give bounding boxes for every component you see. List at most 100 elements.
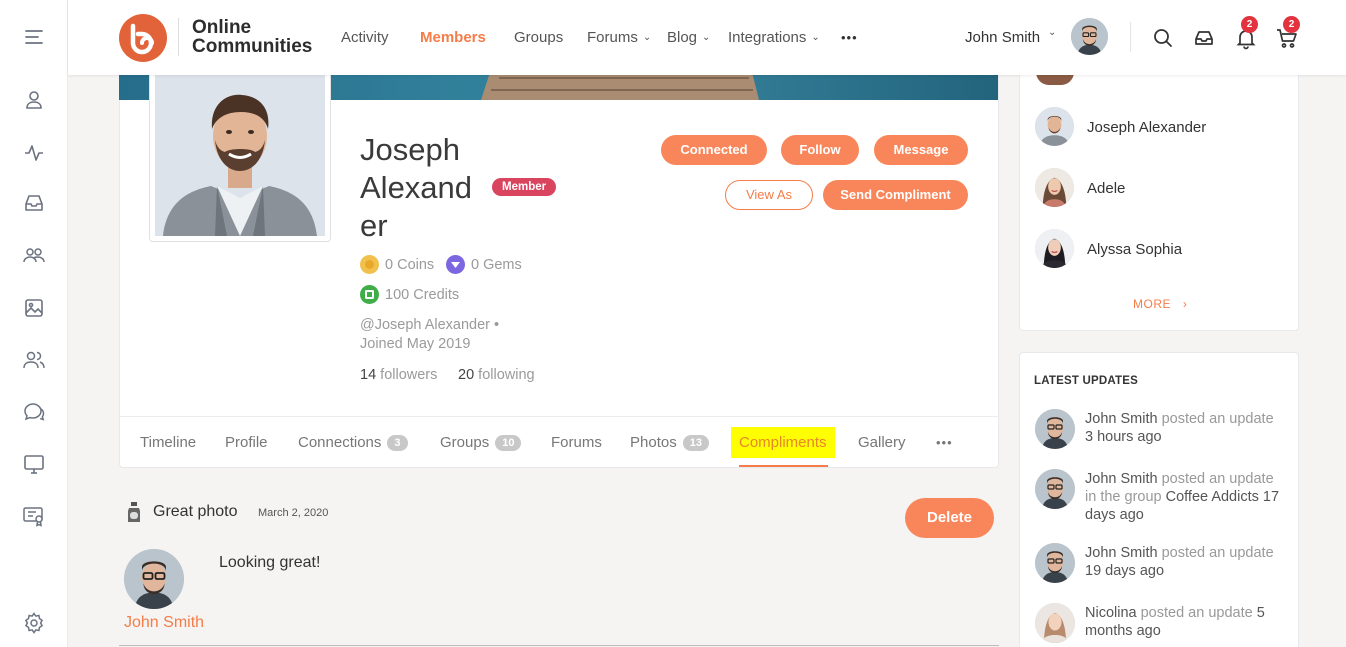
compliment-author-avatar[interactable] bbox=[124, 549, 184, 609]
search-icon[interactable] bbox=[1151, 26, 1175, 50]
profile-name-line-2: Alexand bbox=[360, 170, 473, 205]
member-name[interactable]: Alyssa Sophia bbox=[1087, 241, 1182, 258]
tab-forums[interactable]: Forums bbox=[551, 434, 602, 451]
member-name[interactable]: Joseph Alexander bbox=[1087, 119, 1206, 136]
compliment-date: March 2, 2020 bbox=[258, 507, 329, 519]
compliment-type-icon bbox=[126, 502, 142, 524]
following-count: 20 bbox=[458, 367, 475, 383]
list-divider bbox=[119, 645, 999, 646]
nav-integrations-label: Integrations bbox=[728, 29, 807, 46]
profile-icon[interactable] bbox=[22, 88, 46, 112]
chevron-down-icon: ⌄ bbox=[811, 32, 820, 43]
update-group-link[interactable]: Coffee Addicts bbox=[1166, 489, 1259, 505]
member-avatar[interactable] bbox=[1035, 107, 1074, 146]
update-author[interactable]: John Smith bbox=[1085, 545, 1158, 561]
chevron-down-icon[interactable]: ⌄ bbox=[1048, 27, 1056, 38]
tab-profile[interactable]: Profile bbox=[225, 434, 268, 451]
nav-forums[interactable]: Forums ⌄ bbox=[587, 29, 651, 46]
nav-activity[interactable]: Activity bbox=[341, 29, 389, 46]
update-item: John Smith posted an update in the group… bbox=[1085, 470, 1285, 524]
nav-more-icon[interactable]: ••• bbox=[841, 30, 858, 45]
members-more-link[interactable]: MORE › bbox=[1133, 297, 1187, 311]
current-user-name[interactable]: John Smith bbox=[965, 29, 1040, 46]
groups-icon[interactable] bbox=[22, 243, 46, 267]
monitor-icon[interactable] bbox=[22, 452, 46, 476]
tab-gallery[interactable]: Gallery bbox=[858, 434, 906, 451]
brand-name[interactable]: Online Communities bbox=[192, 18, 312, 56]
tab-timeline[interactable]: Timeline bbox=[140, 434, 196, 451]
coins-count: 0 Coins bbox=[385, 257, 435, 273]
update-action: posted an update bbox=[1136, 605, 1257, 621]
profile-joined: Joined May 2019 bbox=[360, 336, 471, 352]
update-author[interactable]: John Smith bbox=[1085, 471, 1158, 487]
inbox-icon[interactable] bbox=[22, 191, 46, 215]
left-sidebar bbox=[0, 0, 68, 647]
tab-connections[interactable]: Connections 3 bbox=[298, 434, 408, 451]
settings-gear-icon[interactable] bbox=[22, 611, 46, 635]
update-avatar[interactable] bbox=[1035, 409, 1075, 449]
certificate-icon[interactable] bbox=[22, 504, 46, 528]
nav-blog[interactable]: Blog ⌄ bbox=[667, 29, 710, 46]
connections-count-badge: 3 bbox=[387, 435, 408, 451]
tab-groups[interactable]: Groups 10 bbox=[440, 434, 522, 451]
profile-handle: @Joseph Alexander • bbox=[360, 317, 500, 333]
update-action: posted an update bbox=[1157, 411, 1274, 427]
update-avatar[interactable] bbox=[1035, 603, 1075, 643]
tab-photos-label: Photos bbox=[630, 434, 677, 451]
cart-badge: 2 bbox=[1283, 16, 1300, 33]
update-author[interactable]: Nicolina bbox=[1085, 605, 1137, 621]
profile-name: Joseph Alexand er bbox=[360, 131, 472, 245]
latest-updates-title: LATEST UPDATES bbox=[1034, 375, 1138, 387]
message-button[interactable]: Message bbox=[874, 135, 968, 165]
profile-name-line-3: er bbox=[360, 208, 388, 243]
current-user-avatar[interactable] bbox=[1071, 18, 1108, 55]
view-as-button[interactable]: View As bbox=[725, 180, 813, 210]
nav-integrations[interactable]: Integrations ⌄ bbox=[728, 29, 820, 46]
photos-icon[interactable] bbox=[22, 296, 46, 320]
chevron-down-icon: ⌄ bbox=[642, 32, 652, 43]
profile-photo[interactable] bbox=[155, 74, 325, 236]
member-avatar[interactable] bbox=[1035, 168, 1074, 207]
update-avatar[interactable] bbox=[1035, 469, 1075, 509]
update-item: John Smith posted an update 19 days ago bbox=[1085, 544, 1285, 580]
compliment-message: Looking great! bbox=[219, 554, 321, 571]
tab-groups-label: Groups bbox=[440, 434, 490, 451]
following-link[interactable]: 20 following bbox=[458, 367, 535, 383]
delete-compliment-button[interactable]: Delete bbox=[905, 498, 994, 538]
compliment-title: Great photo bbox=[153, 503, 238, 520]
brand-line-1: Online bbox=[192, 17, 252, 38]
send-compliment-button[interactable]: Send Compliment bbox=[823, 180, 968, 210]
inbox-icon[interactable] bbox=[1192, 26, 1216, 50]
groups-count-badge: 10 bbox=[495, 435, 522, 451]
tabs-more-icon[interactable]: ••• bbox=[936, 435, 953, 450]
header-divider bbox=[1130, 22, 1131, 52]
tab-photos[interactable]: Photos 13 bbox=[630, 434, 709, 451]
update-author[interactable]: John Smith bbox=[1085, 411, 1158, 427]
tab-compliments[interactable]: Compliments bbox=[731, 427, 835, 458]
gems-count: 0 Gems bbox=[471, 257, 522, 273]
brand-logo-icon[interactable] bbox=[119, 14, 167, 62]
compliment-author-name[interactable]: John Smith bbox=[124, 614, 204, 632]
follow-button[interactable]: Follow bbox=[781, 135, 859, 165]
tabs-divider bbox=[120, 416, 998, 417]
member-avatar[interactable] bbox=[1035, 229, 1074, 268]
connected-button[interactable]: Connected bbox=[661, 135, 767, 165]
profile-photo-frame bbox=[149, 68, 331, 242]
update-time: 3 hours ago bbox=[1085, 429, 1162, 445]
logo-divider bbox=[178, 18, 179, 56]
credits-count: 100 Credits bbox=[385, 287, 460, 303]
forums-icon[interactable] bbox=[22, 400, 46, 424]
gems-icon bbox=[446, 255, 465, 274]
following-label: following bbox=[478, 367, 535, 383]
followers-link[interactable]: 14 followers bbox=[360, 367, 437, 383]
menu-toggle-icon[interactable] bbox=[22, 25, 46, 49]
tab-connections-label: Connections bbox=[298, 434, 382, 451]
member-name[interactable]: Adele bbox=[1087, 180, 1125, 197]
nav-groups[interactable]: Groups bbox=[514, 29, 563, 46]
nav-members[interactable]: Members bbox=[420, 29, 486, 46]
update-avatar[interactable] bbox=[1035, 543, 1075, 583]
active-tab-indicator bbox=[739, 465, 828, 467]
members-icon[interactable] bbox=[22, 348, 46, 372]
update-time: 19 days ago bbox=[1085, 563, 1165, 579]
activity-icon[interactable] bbox=[22, 141, 46, 165]
